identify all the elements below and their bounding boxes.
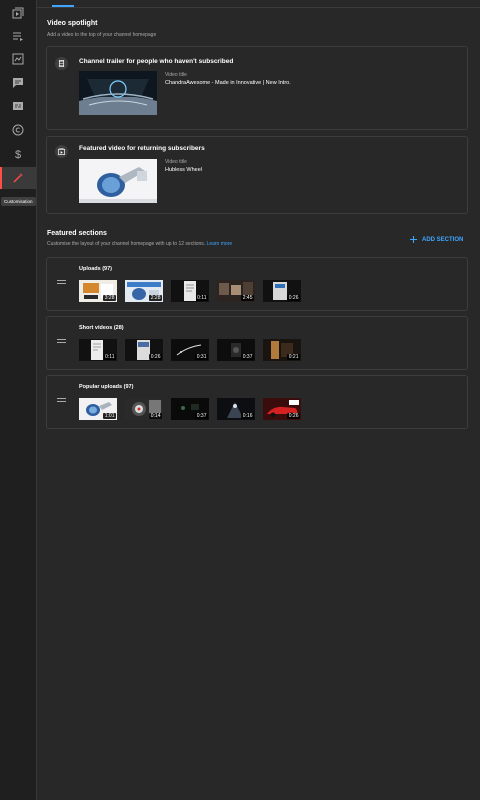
video-thumbnail[interactable]: 0:11 xyxy=(171,280,209,302)
sidebar-item-monetization[interactable]: $ xyxy=(0,143,36,165)
drag-handle-icon[interactable] xyxy=(57,398,66,404)
subtitles-icon xyxy=(13,102,23,110)
section-uploads: Uploads (97) 3:28 2:28 0:11 2:45 0:26 xyxy=(46,257,468,311)
featured-video-title: Hubless Wheel xyxy=(165,167,202,173)
svg-text:$: $ xyxy=(15,149,21,160)
section-popular-uploads: Popular uploads (97) 1:01 0:14 0:37 0:16… xyxy=(46,375,468,429)
plus-icon xyxy=(410,236,417,243)
trailer-thumbnail[interactable] xyxy=(79,71,157,115)
video-library-icon xyxy=(12,7,24,19)
video-duration: 0:16 xyxy=(241,413,254,419)
section-title: Short videos (28) xyxy=(79,325,124,331)
video-thumbnail[interactable]: 0:31 xyxy=(171,339,209,361)
section-title: Uploads (97) xyxy=(79,266,113,272)
add-section-label: ADD SECTION xyxy=(422,236,464,243)
copyright-icon xyxy=(12,124,24,136)
featured-video-card: Featured video for returning subscribers… xyxy=(46,136,468,214)
featured-sections-description: Customise the layout of your channel hom… xyxy=(47,241,206,247)
add-section-button[interactable]: ADD SECTION xyxy=(410,236,463,243)
trailer-video-title-label: Video title xyxy=(165,72,187,78)
section-title: Popular uploads (97) xyxy=(79,384,134,390)
drag-handle-icon[interactable] xyxy=(57,280,66,286)
video-thumbnail[interactable]: 1:01 xyxy=(79,398,117,420)
video-duration: 0:11 xyxy=(103,354,116,360)
channel-trailer-card: Channel trailer for people who haven't s… xyxy=(46,46,468,130)
video-duration: 0:11 xyxy=(195,295,208,301)
video-thumbnail[interactable]: 0:26 xyxy=(125,339,163,361)
video-duration: 2:45 xyxy=(241,295,254,301)
video-duration: 0:31 xyxy=(195,354,208,360)
featured-video-icon xyxy=(55,145,68,158)
featured-thumbnail[interactable] xyxy=(79,159,157,203)
learn-more-link[interactable]: Learn more xyxy=(207,241,233,247)
playlist-icon xyxy=(13,32,23,41)
magic-wand-icon xyxy=(13,173,23,183)
video-duration: 3:28 xyxy=(103,295,116,301)
sidebar-item-copyright[interactable] xyxy=(0,119,36,141)
spotlight-title: Video spotlight xyxy=(47,20,98,27)
active-tab-indicator xyxy=(52,5,74,7)
sidebar-item-content[interactable] xyxy=(0,2,36,24)
video-thumbnail[interactable]: 0:37 xyxy=(171,398,209,420)
spotlight-subtitle: Add a video to the top of your channel h… xyxy=(47,32,157,38)
video-duration: 0:37 xyxy=(195,413,208,419)
video-duration: 0:26 xyxy=(287,295,300,301)
video-duration: 0:26 xyxy=(149,354,162,360)
section-short-videos: Short videos (28) 0:11 0:26 0:31 0:37 0:… xyxy=(46,316,468,370)
sidebar-item-customization[interactable] xyxy=(0,167,36,189)
video-thumbnail[interactable]: 0:11 xyxy=(79,339,117,361)
sidebar-item-comments[interactable] xyxy=(0,72,36,94)
video-duration: 0:21 xyxy=(287,354,300,360)
trailer-icon xyxy=(55,57,68,70)
featured-video-title-label: Video title xyxy=(165,159,187,165)
video-thumbnail[interactable]: 0:26 xyxy=(263,280,301,302)
comments-icon xyxy=(13,78,23,88)
video-thumbnail[interactable]: 2:28 xyxy=(125,280,163,302)
video-thumbnail[interactable]: 0:26 xyxy=(263,398,301,420)
video-duration: 0:26 xyxy=(287,413,300,419)
video-thumbnail[interactable]: 2:45 xyxy=(217,280,255,302)
video-thumbnail[interactable]: 0:16 xyxy=(217,398,255,420)
video-duration: 0:37 xyxy=(241,354,254,360)
video-thumbnail[interactable]: 0:37 xyxy=(217,339,255,361)
top-tabs-bar xyxy=(36,0,480,8)
sidebar-item-playlists[interactable] xyxy=(0,25,36,47)
video-duration: 0:14 xyxy=(149,413,162,419)
sidebar-item-subtitles[interactable] xyxy=(0,95,36,117)
featured-sections-subtitle: Customise the layout of your channel hom… xyxy=(47,241,232,247)
sidebar-item-analytics[interactable] xyxy=(0,48,36,70)
analytics-icon xyxy=(12,53,24,65)
video-thumbnail[interactable]: 0:14 xyxy=(125,398,163,420)
trailer-video-title: ChandraAwesome - Made in Innovative | Ne… xyxy=(165,80,291,86)
video-thumbnail[interactable]: 0:21 xyxy=(263,339,301,361)
dollar-icon: $ xyxy=(15,149,21,160)
left-sidebar: $ Customisation xyxy=(0,0,37,800)
video-thumbnail[interactable]: 3:28 xyxy=(79,280,117,302)
main-content: Video spotlight Add a video to the top o… xyxy=(36,0,480,800)
featured-sections-title: Featured sections xyxy=(47,230,107,237)
featured-heading: Featured video for returning subscribers xyxy=(79,145,205,152)
trailer-heading: Channel trailer for people who haven't s… xyxy=(79,58,234,65)
customization-tooltip: Customisation xyxy=(1,197,36,206)
drag-handle-icon[interactable] xyxy=(57,339,66,345)
video-duration: 2:28 xyxy=(149,295,162,301)
video-duration: 1:01 xyxy=(103,413,116,419)
